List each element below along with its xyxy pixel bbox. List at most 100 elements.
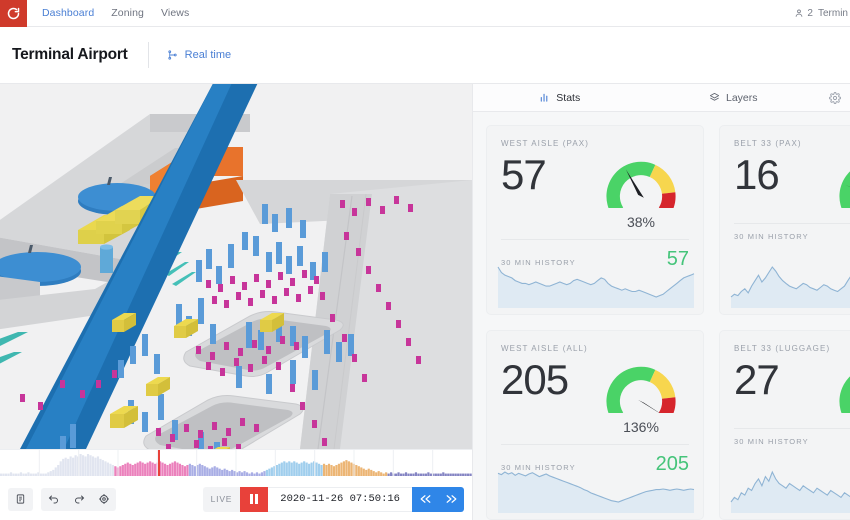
fast-forward-icon[interactable] — [438, 487, 464, 512]
histogram-bar — [173, 461, 177, 476]
histogram-bar — [367, 468, 370, 476]
gauge-container: 136% — [593, 355, 689, 435]
stat-card-belt-33-luggage[interactable]: BELT 33 (LUGGAGE) 27 30 MIN HISTORY — [719, 330, 850, 520]
histogram-bar — [64, 457, 67, 476]
target-focus-icon[interactable] — [91, 488, 116, 511]
histogram-bar — [154, 463, 157, 476]
real-time-label: Real time — [184, 49, 232, 61]
histogram-bar — [119, 466, 122, 476]
histogram-bar — [7, 473, 10, 476]
histogram-bar — [355, 465, 358, 476]
histogram-bar — [330, 465, 333, 476]
gauge-arc-segment-1 — [649, 164, 676, 194]
history-label: 30 MIN HISTORY — [734, 437, 809, 446]
histogram-bar — [422, 473, 425, 476]
histogram-bar — [203, 466, 206, 476]
histogram-bar — [394, 473, 398, 476]
histogram-bar — [168, 463, 172, 476]
stat-card-west-aisle-all[interactable]: WEST AISLE (ALL) 205 136% 30 MIN HISTORY… — [486, 330, 704, 520]
stat-card-belt-33-pax[interactable]: BELT 33 (PAX) 16 30 MIN HISTORY — [719, 125, 850, 315]
redo-icon[interactable] — [66, 488, 91, 511]
histogram-bar — [240, 472, 244, 476]
seek-button-group — [412, 486, 464, 512]
panel-settings-button[interactable] — [820, 84, 850, 111]
sparkline-chart — [497, 471, 695, 513]
gauge-arc-segment-2 — [658, 192, 676, 215]
app-logo-icon[interactable] — [0, 0, 27, 27]
histogram-bar — [62, 458, 65, 476]
gauge-arc-segment-0 — [839, 171, 850, 215]
tab-layers[interactable]: Layers — [647, 84, 821, 111]
database-clipboard-icon[interactable] — [8, 488, 33, 511]
histogram-bar — [437, 473, 440, 476]
histogram-bar — [427, 472, 430, 476]
real-time-button[interactable]: Real time — [167, 49, 231, 61]
histogram-bar — [191, 465, 194, 476]
histogram-bar — [79, 454, 82, 476]
sparkline-area — [498, 267, 694, 308]
card-value: 205 — [501, 356, 569, 403]
histogram-bar — [59, 461, 62, 476]
gauge-icon — [839, 171, 850, 215]
tab-stats-label: Stats — [556, 91, 581, 104]
histogram-bar — [74, 455, 77, 476]
histogram-bar — [39, 473, 42, 476]
sparkline-area — [731, 267, 850, 308]
live-button[interactable]: LIVE — [202, 486, 241, 512]
histogram-bar — [295, 462, 298, 476]
nav-item-views[interactable]: Views — [161, 7, 189, 19]
terminal-3d-map-view[interactable] — [0, 84, 472, 449]
histogram-bar — [404, 472, 408, 476]
histogram-bar — [57, 465, 60, 476]
histogram-bar — [211, 467, 214, 476]
histogram-bar — [258, 473, 261, 476]
nav-item-zoning[interactable]: Zoning — [111, 7, 144, 19]
rewind-icon[interactable] — [412, 487, 438, 512]
tool-group-history — [41, 487, 116, 511]
gauge-icon — [606, 161, 676, 215]
timeline-playhead[interactable] — [158, 450, 160, 476]
active-users[interactable]: 2 — [794, 8, 813, 19]
panel-tab-bar: Stats Layers — [473, 84, 850, 112]
pause-bar-left — [250, 494, 254, 504]
pause-button[interactable] — [240, 486, 269, 512]
history-sparkline — [495, 463, 697, 513]
history-sparkline — [728, 463, 850, 513]
tab-stats[interactable]: Stats — [473, 84, 647, 111]
timeline-histogram[interactable] — [0, 450, 472, 476]
histogram-bar — [452, 473, 455, 476]
histogram-bar — [226, 469, 229, 476]
history-label: 30 MIN HISTORY — [734, 232, 809, 241]
person-icon — [796, 9, 803, 17]
card-top-row: 27 — [734, 353, 850, 420]
histogram-bar — [34, 473, 37, 476]
histogram-bar — [362, 468, 365, 476]
histogram-bar — [300, 462, 303, 476]
nav-item-dashboard[interactable]: Dashboard — [42, 7, 94, 19]
histogram-bar — [231, 469, 234, 476]
card-top-row: 16 — [734, 148, 850, 215]
histogram-bar — [188, 463, 191, 476]
sparkline-chart — [497, 266, 695, 308]
histogram-bar — [186, 465, 189, 476]
project-name-label[interactable]: Termin — [818, 8, 848, 19]
histogram-bar — [94, 457, 97, 476]
histogram-bar — [141, 462, 144, 476]
histogram-bar — [337, 463, 341, 476]
gauge-arc-segment-2 — [658, 397, 676, 420]
history-sparkline — [495, 258, 697, 308]
histogram-bar — [101, 460, 105, 476]
timeline-histogram-chart — [0, 450, 472, 476]
card-divider — [734, 223, 850, 224]
undo-icon[interactable] — [41, 488, 66, 511]
title-divider — [147, 42, 149, 68]
histogram-bar — [280, 462, 283, 476]
histogram-bar — [310, 462, 313, 476]
histogram-bar — [2, 473, 5, 476]
histogram-bar — [370, 469, 373, 476]
stats-panel: Stats Layers WEST AISLE (PAX) 57 38% 30 … — [472, 84, 850, 520]
histogram-bar — [268, 468, 271, 476]
histogram-bar — [221, 469, 224, 476]
stat-card-west-aisle-pax[interactable]: WEST AISLE (PAX) 57 38% 30 MIN HISTORY 5… — [486, 125, 704, 315]
histogram-bar — [84, 456, 87, 476]
